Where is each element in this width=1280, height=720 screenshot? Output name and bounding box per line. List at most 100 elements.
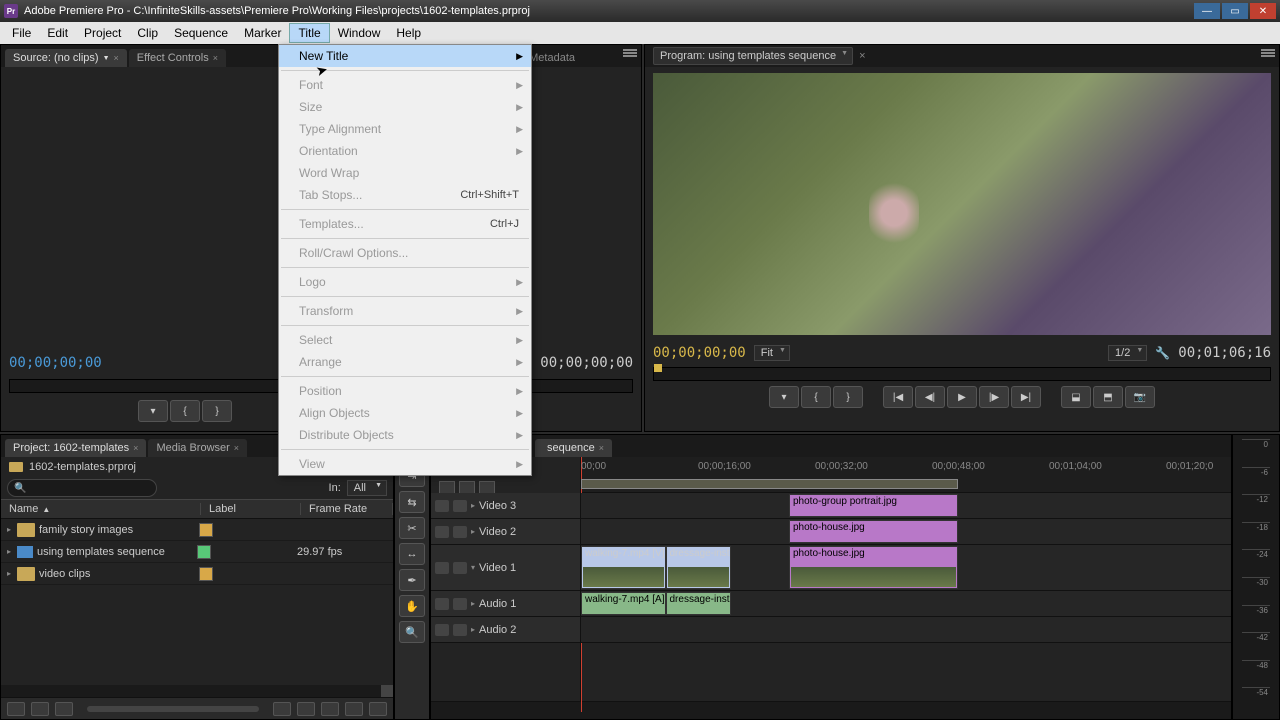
source-tc-in[interactable]: 00;00;00;00 <box>9 355 102 371</box>
lock-icon[interactable] <box>453 526 467 538</box>
track-head-a2[interactable]: ▸Audio 2 <box>431 617 580 643</box>
icon-view-icon[interactable] <box>31 702 49 716</box>
col-name[interactable]: Name▲ <box>1 503 201 515</box>
lock-icon[interactable] <box>453 500 467 512</box>
tab-media-browser[interactable]: Media Browser × <box>148 439 247 457</box>
razor-tool[interactable]: ✂ <box>399 517 425 539</box>
tab-sequence[interactable]: sequence × <box>535 439 612 457</box>
track-head-v3[interactable]: ▸Video 3 <box>431 493 580 519</box>
track-a1[interactable]: walking-7.mp4 [A]dressage-instr <box>581 591 1231 617</box>
track-content[interactable]: photo-group portrait.jpg photo-house.jpg… <box>581 493 1231 701</box>
program-scrubber[interactable] <box>653 367 1271 381</box>
clip[interactable]: dressage-instr <box>666 592 731 615</box>
label-swatch[interactable] <box>199 567 213 581</box>
delete-icon[interactable] <box>369 702 387 716</box>
dropdown-icon[interactable]: ▼ <box>103 55 110 62</box>
menu-help[interactable]: Help <box>388 24 429 42</box>
clip[interactable]: photo-group portrait.jpg <box>789 494 958 517</box>
playhead-icon[interactable] <box>654 364 662 372</box>
clip[interactable]: photo-house.jpg <box>789 520 958 543</box>
freeform-view-icon[interactable] <box>55 702 73 716</box>
maximize-button[interactable]: ▭ <box>1222 3 1248 19</box>
menu-title[interactable]: Title <box>289 23 329 43</box>
menu-edit[interactable]: Edit <box>39 24 76 42</box>
add-marker-button[interactable]: ▾ <box>138 400 168 422</box>
twisty-icon[interactable]: ▸ <box>1 569 17 578</box>
settings-icon[interactable]: 🔧 <box>1155 346 1170 360</box>
close-icon[interactable]: × <box>114 53 119 63</box>
minimize-button[interactable]: — <box>1194 3 1220 19</box>
scrollbar-thumb[interactable] <box>381 685 393 697</box>
menu-marker[interactable]: Marker <box>236 24 289 42</box>
go-to-in-button[interactable]: |◀ <box>883 386 913 408</box>
mark-in-button[interactable]: { <box>170 400 200 422</box>
clip[interactable]: walking-7.mp4 [A] <box>581 592 666 615</box>
menu-item-new-title[interactable]: New Title▶ <box>279 45 531 67</box>
go-to-out-button[interactable]: ▶| <box>1011 386 1041 408</box>
label-swatch[interactable] <box>199 523 213 537</box>
col-framerate[interactable]: Frame Rate <box>301 503 393 515</box>
hand-tool[interactable]: ✋ <box>399 595 425 617</box>
pen-tool[interactable]: ✒ <box>399 569 425 591</box>
export-frame-button[interactable]: 📷 <box>1125 386 1155 408</box>
track-head-v1[interactable]: ▾Video 1 <box>431 545 580 591</box>
label-swatch[interactable] <box>197 545 211 559</box>
track-v3[interactable]: photo-group portrait.jpg <box>581 493 1231 519</box>
menu-clip[interactable]: Clip <box>129 24 166 42</box>
project-in-select[interactable]: All <box>347 480 387 496</box>
tab-source[interactable]: Source: (no clips) ▼ × <box>5 49 127 67</box>
menu-window[interactable]: Window <box>330 24 389 42</box>
twisty-icon[interactable]: ▸ <box>1 547 17 556</box>
close-button[interactable]: ✕ <box>1250 3 1276 19</box>
twisty-icon[interactable]: ▸ <box>1 525 17 534</box>
mark-out-button[interactable]: } <box>202 400 232 422</box>
track-head-v2[interactable]: ▸Video 2 <box>431 519 580 545</box>
clip[interactable]: dressage-instr <box>666 546 731 589</box>
project-row[interactable]: ▸ using templates sequence 29.97 fps <box>1 541 393 563</box>
zoom-slider[interactable] <box>87 706 259 712</box>
program-viewer[interactable] <box>653 73 1271 335</box>
menu-project[interactable]: Project <box>76 24 129 42</box>
track-a2[interactable] <box>581 617 1231 643</box>
project-row[interactable]: ▸ video clips <box>1 563 393 585</box>
close-icon[interactable]: × <box>133 443 138 453</box>
track-v1[interactable]: walking-7.mp4 [V]dressage-instr photo-hou… <box>581 545 1231 591</box>
slip-tool[interactable]: ↔ <box>399 543 425 565</box>
step-back-button[interactable]: ◀| <box>915 386 945 408</box>
mark-in-button[interactable]: { <box>801 386 831 408</box>
speaker-icon[interactable] <box>435 624 449 636</box>
program-fit-select[interactable]: Fit <box>754 345 790 361</box>
eye-icon[interactable] <box>435 562 449 574</box>
eye-icon[interactable] <box>435 526 449 538</box>
menu-sequence[interactable]: Sequence <box>166 24 236 42</box>
program-sequence-select[interactable]: Program: using templates sequence <box>653 47 853 65</box>
extract-button[interactable]: ⬒ <box>1093 386 1123 408</box>
ripple-edit-tool[interactable]: ⇆ <box>399 491 425 513</box>
lock-icon[interactable] <box>453 562 467 574</box>
program-tc-current[interactable]: 00;00;00;00 <box>653 345 746 361</box>
timeline-scroll[interactable] <box>431 701 1231 719</box>
zoom-tool[interactable]: 🔍 <box>399 621 425 643</box>
eye-icon[interactable] <box>435 500 449 512</box>
clip[interactable]: photo-house.jpg <box>789 546 958 589</box>
lock-icon[interactable] <box>453 598 467 610</box>
track-head-a1[interactable]: ▸Audio 1 <box>431 591 580 617</box>
tab-effect-controls[interactable]: Effect Controls × <box>129 49 226 67</box>
new-item-icon[interactable] <box>345 702 363 716</box>
panel-menu-icon[interactable] <box>1261 49 1275 59</box>
track-v2[interactable]: photo-house.jpg <box>581 519 1231 545</box>
clip[interactable]: walking-7.mp4 [V] <box>581 546 666 589</box>
find-icon[interactable] <box>297 702 315 716</box>
project-row[interactable]: ▸ family story images <box>1 519 393 541</box>
new-bin-icon[interactable] <box>321 702 339 716</box>
program-res-select[interactable]: 1/2 <box>1108 345 1147 361</box>
work-area-bar[interactable] <box>581 479 958 489</box>
timeline-ruler[interactable]: 00;0000;00;16;0000;00;32;0000;00;48;0000… <box>581 457 1231 493</box>
col-label[interactable]: Label <box>201 503 301 515</box>
speaker-icon[interactable] <box>435 598 449 610</box>
play-button[interactable]: ▶ <box>947 386 977 408</box>
project-search-input[interactable]: 🔍 <box>7 479 157 497</box>
add-marker-button[interactable]: ▾ <box>769 386 799 408</box>
menu-file[interactable]: File <box>4 24 39 42</box>
step-fwd-button[interactable]: |▶ <box>979 386 1009 408</box>
